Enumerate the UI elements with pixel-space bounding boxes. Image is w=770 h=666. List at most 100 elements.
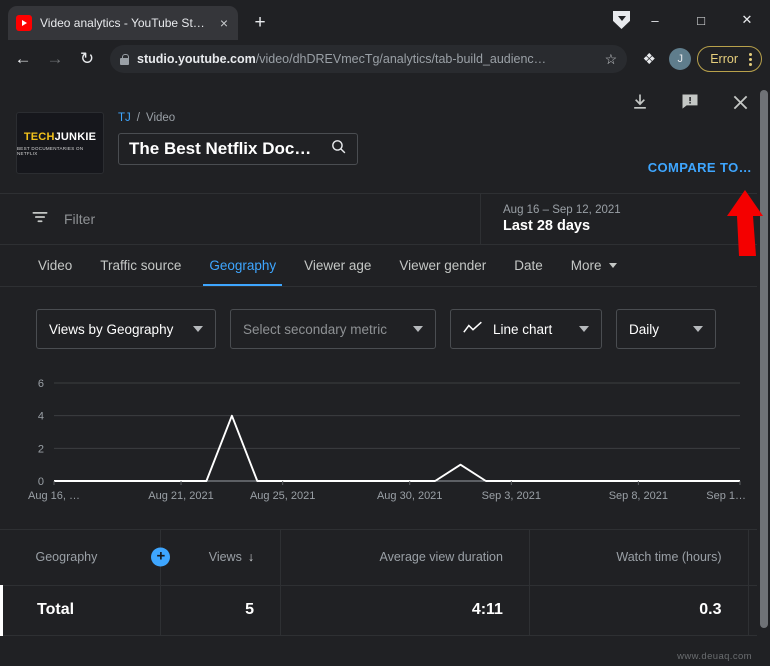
breadcrumb-current: Video — [146, 112, 175, 124]
tab-viewer-age[interactable]: Viewer age — [290, 245, 385, 286]
shield-icon[interactable] — [613, 11, 630, 29]
chevron-down-icon — [193, 326, 203, 332]
tab-more[interactable]: More — [557, 245, 631, 286]
column-header-avg-view-duration[interactable]: Average view duration — [281, 530, 530, 585]
filter-bar: Filter Aug 16 – Sep 12, 2021 Last 28 day… — [0, 193, 770, 245]
y-axis-tick-label: 2 — [38, 443, 44, 455]
granularity-select[interactable]: Daily — [616, 309, 716, 349]
add-column-button[interactable]: + — [151, 548, 170, 567]
date-range-span: Aug 16 – Sep 12, 2021 — [503, 204, 621, 216]
window-close-button[interactable]: ✕ — [724, 4, 770, 36]
address-bar[interactable]: studio.youtube.com/video/dhDREVmecTg/ana… — [110, 45, 627, 73]
close-icon[interactable] — [728, 90, 752, 114]
tab-video[interactable]: Video — [24, 245, 86, 286]
extensions-icon[interactable]: ❖ — [635, 50, 663, 68]
tab-date[interactable]: Date — [500, 245, 557, 286]
search-icon[interactable] — [330, 138, 347, 160]
table-header: Geography + Views ↓ Average view duration… — [2, 530, 770, 585]
video-search-box[interactable]: The Best Netflix Doc… — [118, 133, 358, 165]
error-badge[interactable]: Error — [697, 46, 762, 72]
browser-tab-title: Video analytics - YouTube Studio — [40, 16, 210, 30]
watermark: www.deuaq.com — [677, 651, 752, 662]
page-scrollbar[interactable] — [757, 82, 770, 666]
red-arrow-annotation — [725, 190, 769, 256]
analytics-tabs: Video Traffic source Geography Viewer ag… — [0, 245, 770, 287]
secondary-metric-select[interactable]: Select secondary metric — [230, 309, 436, 349]
filter-placeholder: Filter — [64, 211, 95, 227]
column-header-views[interactable]: Views ↓ — [161, 530, 281, 585]
browser-menu-icon[interactable] — [744, 53, 757, 66]
new-tab-button[interactable]: + — [246, 9, 274, 37]
views-line-chart[interactable]: 0246Aug 16, …Aug 21, 2021Aug 25, 2021Aug… — [22, 373, 748, 513]
sort-descending-icon[interactable]: ↓ — [248, 550, 254, 564]
browser-tab[interactable]: Video analytics - YouTube Studio × — [8, 6, 238, 40]
primary-metric-select[interactable]: Views by Geography — [36, 309, 216, 349]
breadcrumb-channel[interactable]: TJ — [118, 112, 131, 124]
secondary-metric-value: Select secondary metric — [243, 322, 387, 337]
analytics-table: Geography + Views ↓ Average view duration… — [0, 530, 770, 636]
table-header-row: Geography + Views ↓ Average view duration… — [2, 530, 770, 585]
tab-viewer-gender[interactable]: Viewer gender — [385, 245, 500, 286]
cell-avg-view-duration: 4:11 — [281, 585, 530, 635]
minimize-button[interactable]: – — [632, 4, 678, 36]
cell-watch-time: 0.3 — [529, 585, 748, 635]
x-axis-tick-label: Sep 1… — [706, 490, 746, 502]
date-range-preset: Last 28 days — [503, 218, 621, 234]
thumbnail-logo-junkie: JUNKIE — [55, 131, 97, 143]
chevron-down-icon — [693, 326, 703, 332]
x-axis-tick-label: Sep 8, 2021 — [609, 490, 668, 502]
chart-type-select[interactable]: Line chart — [450, 309, 602, 349]
scrollbar-thumb[interactable] — [760, 90, 768, 628]
tab-traffic-source[interactable]: Traffic source — [86, 245, 195, 286]
lock-icon — [120, 54, 129, 65]
tab-label: Viewer age — [304, 258, 371, 273]
table-row[interactable]: Total 5 4:11 0.3 — [2, 585, 770, 635]
video-thumbnail[interactable]: TECHJUNKIE BEST DOCUMENTARIES ON NETFLIX — [16, 112, 104, 174]
download-icon[interactable] — [628, 90, 652, 114]
thumbnail-logo-tech: TECH — [24, 131, 55, 143]
maximize-button[interactable]: □ — [678, 4, 724, 36]
column-label: Watch time (hours) — [616, 550, 721, 564]
url-text: studio.youtube.com/video/dhDREVmecTg/ana… — [137, 52, 597, 66]
tab-label: More — [571, 258, 602, 273]
cell-views: 5 — [161, 585, 281, 635]
x-axis-tick-label: Aug 25, 2021 — [250, 490, 315, 502]
back-icon[interactable]: ← — [8, 44, 38, 74]
video-search-value: The Best Netflix Doc… — [129, 139, 324, 159]
column-label: Geography — [36, 550, 98, 564]
url-host: studio.youtube.com — [137, 52, 256, 66]
bookmark-star-icon[interactable]: ☆ — [605, 51, 618, 68]
close-icon[interactable]: × — [218, 14, 230, 32]
feedback-icon[interactable] — [678, 90, 702, 114]
browser-toolbar: ← → ↻ studio.youtube.com/video/dhDREVmec… — [0, 40, 770, 78]
profile-avatar[interactable]: J — [669, 48, 691, 70]
chevron-down-icon — [413, 326, 423, 332]
cell-geography: Total — [2, 585, 161, 635]
column-label: Views — [209, 550, 242, 564]
reload-icon[interactable]: ↻ — [72, 44, 102, 74]
header-actions — [628, 90, 752, 114]
granularity-value: Daily — [629, 322, 659, 337]
filter-control[interactable]: Filter — [0, 194, 480, 244]
forward-icon[interactable]: → — [40, 44, 70, 74]
compare-to-button[interactable]: COMPARE TO… — [648, 160, 752, 175]
url-path: /video/dhDREVmecTg/analytics/tab-build_a… — [256, 52, 546, 66]
geography-table: Geography + Views ↓ Average view duration… — [0, 529, 770, 636]
youtube-play-icon — [16, 15, 32, 31]
breadcrumb-separator: / — [137, 112, 140, 124]
table-body: Total 5 4:11 0.3 — [2, 585, 770, 635]
tab-label: Viewer gender — [399, 258, 486, 273]
video-header: TECHJUNKIE BEST DOCUMENTARIES ON NETFLIX… — [0, 78, 770, 193]
chevron-down-icon — [609, 263, 617, 268]
column-header-watch-time[interactable]: Watch time (hours) — [529, 530, 748, 585]
column-header-geography[interactable]: Geography + — [2, 530, 161, 585]
filter-icon — [30, 207, 50, 232]
analytics-page: TECHJUNKIE BEST DOCUMENTARIES ON NETFLIX… — [0, 78, 770, 666]
date-range-text: Aug 16 – Sep 12, 2021 Last 28 days — [503, 204, 621, 234]
column-label: Average view duration — [379, 550, 502, 564]
chart-controls: Views by Geography Select secondary metr… — [0, 287, 770, 349]
video-identity: TECHJUNKIE BEST DOCUMENTARIES ON NETFLIX… — [16, 112, 754, 174]
chart-type-value: Line chart — [493, 322, 552, 337]
tab-geography[interactable]: Geography — [195, 245, 290, 286]
window-controls: – □ ✕ — [632, 0, 770, 40]
